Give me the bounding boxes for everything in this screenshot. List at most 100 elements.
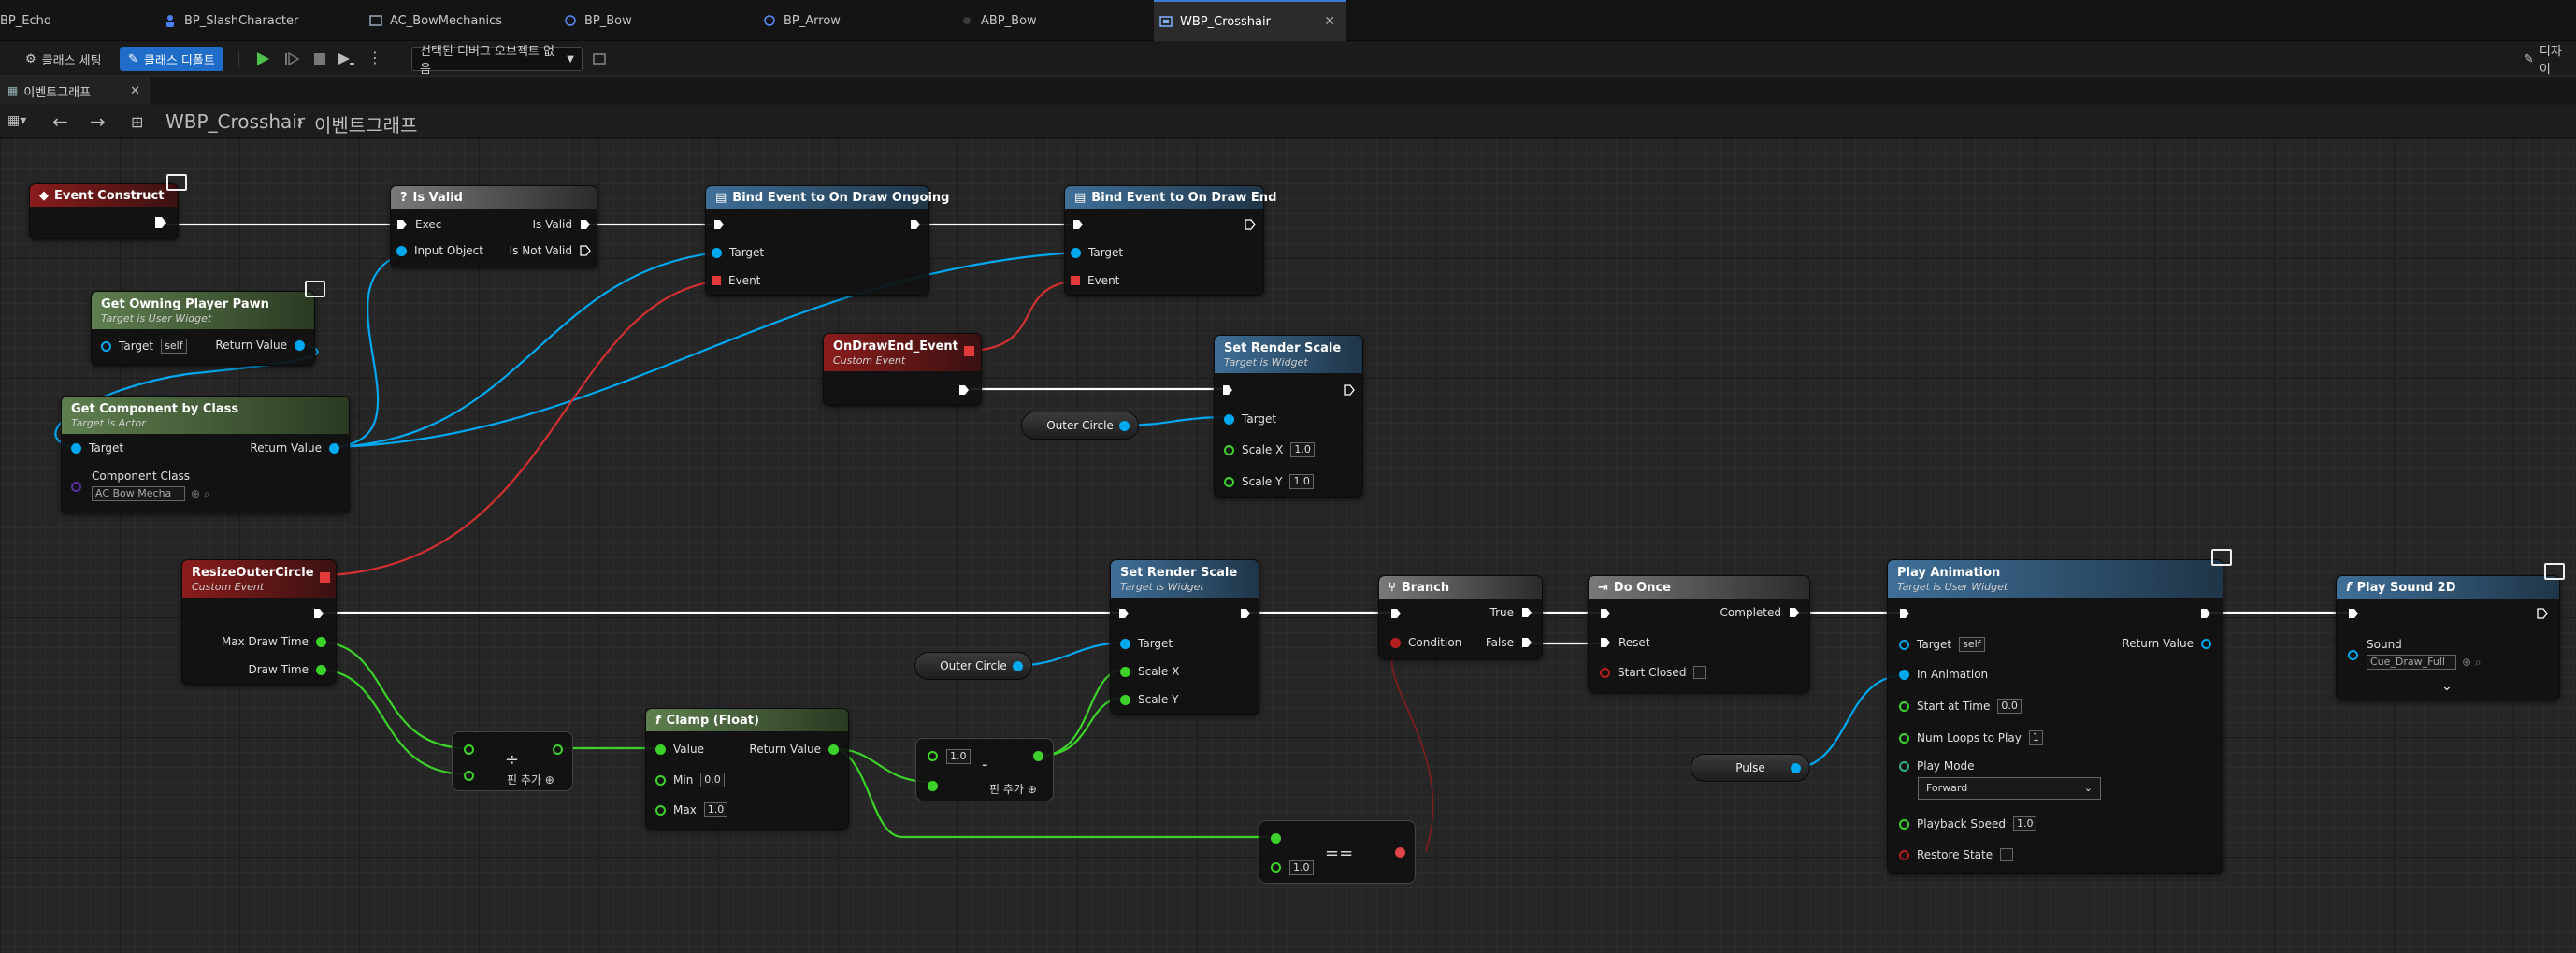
target-pin[interactable]: Target self [1899,637,1985,652]
play-mode-select[interactable]: Forward ⌄ [1918,777,2101,800]
return-value-pin[interactable]: Return Value [2122,637,2211,650]
play-animation-node[interactable]: Play Animation Target is User Widget Targ… [1887,559,2223,874]
float-pin-icon[interactable] [1271,862,1281,873]
target-pin[interactable]: Target [71,441,123,455]
min-value[interactable]: 0.0 [700,773,725,787]
divide-float-node[interactable]: ÷ 핀 추가 ⊕ [452,731,573,791]
add-pin-button[interactable]: 핀 추가 ⊕ [507,772,554,787]
target-pin[interactable]: Target [1224,412,1276,426]
bool-pin-icon[interactable] [1395,847,1405,858]
target-pin[interactable]: Target [712,246,764,259]
float-pin-icon[interactable] [928,781,938,791]
play-sound-2d-node[interactable]: f Play Sound 2D Sound Cue_Draw_Full ⊕ ⌕ ⌄ [2336,575,2560,700]
browse-icon[interactable]: ⊕ ⌕ [191,487,210,501]
delegate-pin-icon[interactable] [964,346,974,356]
return-value-pin[interactable]: Return Value [250,441,339,455]
restore-state-pin[interactable]: Restore State [1899,848,2014,861]
scale-x-pin[interactable]: Scale X 1.0 [1224,442,1315,457]
get-owning-player-pawn-node[interactable]: Get Owning Player Pawn Target is User Wid… [91,291,315,366]
completed-exec-pin[interactable]: Completed [1720,606,1800,619]
return-value-pin[interactable]: Return Value [215,339,305,352]
target-pin[interactable]: Target self [101,339,187,354]
outer-circle-variable[interactable]: Outer Circle [1021,412,1139,440]
restore-state-checkbox[interactable] [2000,848,2014,861]
float-pin-icon[interactable] [464,744,474,755]
expand-chevron-icon[interactable]: ⌄ [2441,679,2453,694]
equal-b-value[interactable]: 1.0 [1289,860,1314,875]
target-pin[interactable]: Target [1071,246,1123,259]
event-construct-node[interactable]: ◆ Event Construct [29,183,179,239]
scale-x-pin[interactable]: Scale X [1120,665,1179,678]
scale-y-pin[interactable]: Scale Y 1.0 [1224,474,1314,489]
playback-speed-pin[interactable]: Playback Speed 1.0 [1899,816,2037,831]
true-exec-pin[interactable]: True [1490,606,1533,619]
exec-in-pin[interactable] [1390,608,1402,619]
draw-time-pin[interactable]: Draw Time [248,663,326,676]
branch-node[interactable]: ⑂ Branch Condition True False [1378,575,1543,659]
component-class-select[interactable]: AC Bow Mecha [92,486,185,501]
set-render-scale-node[interactable]: Set Render Scale Target is Widget Target … [1214,335,1363,498]
value-pin[interactable]: Value [655,743,704,756]
condition-pin[interactable]: Condition [1390,636,1461,649]
false-exec-pin[interactable]: False [1486,636,1533,649]
is-valid-out-pin[interactable]: Is Valid [532,218,591,231]
exec-in-pin[interactable] [713,219,725,230]
exec-out-pin[interactable] [154,216,167,229]
set-render-scale-node[interactable]: Set Render Scale Target is Widget Target … [1110,559,1259,715]
do-once-node[interactable]: ⇥ Do Once Reset Start Closed Completed [1588,575,1810,693]
scale-y-value[interactable]: 1.0 [1289,474,1314,489]
exec-out-pin[interactable] [1245,219,1256,230]
is-not-valid-out-pin[interactable]: Is Not Valid [510,244,591,257]
exec-in-pin[interactable] [1899,608,1910,619]
playback-speed-value[interactable]: 1.0 [2012,816,2037,831]
exec-in-pin[interactable] [2348,608,2359,619]
object-pin-icon[interactable] [1119,421,1130,431]
exec-in-pin[interactable] [1222,384,1233,396]
start-at-time-pin[interactable]: Start at Time 0.0 [1899,699,2022,714]
subtract-float-node[interactable]: 1.0 - 핀 추가 ⊕ [915,738,1054,801]
object-pin-icon[interactable] [1013,661,1023,671]
target-value[interactable]: self [1959,637,1985,652]
return-value-pin[interactable]: Return Value [749,743,839,756]
exec-in-pin[interactable]: Exec [396,218,441,231]
bind-event-on-draw-end-node[interactable]: ▤ Bind Event to On Draw End Target Event [1064,185,1276,296]
float-pin-icon[interactable] [464,771,474,781]
is-valid-node[interactable]: ? Is Valid Exec Input Object Is Valid Is … [390,185,597,267]
exec-in-pin[interactable] [1072,219,1084,230]
get-component-by-class-node[interactable]: Get Component by Class Target is Actor Ta… [61,396,350,513]
add-pin-button[interactable]: 핀 추가 ⊕ [989,781,1037,797]
object-pin-icon[interactable] [1791,763,1801,773]
input-object-pin[interactable]: Input Object [396,244,483,257]
in-animation-pin[interactable]: In Animation [1899,668,1988,681]
component-class-pin[interactable]: Component Class AC Bow Mecha ⊕ ⌕ [71,469,210,501]
exec-out-pin[interactable] [1240,608,1251,619]
float-pin-icon[interactable] [1271,833,1281,844]
sound-asset-select[interactable]: Cue_Draw_Full [2367,655,2456,670]
num-loops-value[interactable]: 1 [2028,730,2043,745]
exec-out-pin[interactable] [313,608,324,619]
float-pin-icon[interactable] [553,744,563,755]
exec-out-pin[interactable] [958,384,970,396]
resize-outer-circle-event-node[interactable]: ResizeOuterCircle Custom Event Max Draw T… [181,559,337,685]
float-pin-icon[interactable] [928,751,938,761]
min-pin[interactable]: Min 0.0 [655,773,725,787]
outer-circle-variable[interactable]: Outer Circle [914,652,1032,680]
sound-pin[interactable]: Sound Cue_Draw_Full ⊕ ⌕ [2348,638,2482,670]
start-closed-pin[interactable]: Start Closed [1600,666,1707,679]
subtract-a-value[interactable]: 1.0 [946,749,971,764]
exec-in-pin[interactable] [1600,608,1611,619]
browse-icon[interactable]: ⊕ ⌕ [2462,656,2482,670]
max-draw-time-pin[interactable]: Max Draw Time [222,635,326,648]
scale-x-value[interactable]: 1.0 [1290,442,1315,457]
start-closed-checkbox[interactable] [1693,666,1707,679]
target-value[interactable]: self [161,339,187,354]
delegate-pin-icon[interactable] [320,572,330,583]
target-pin[interactable]: Target [1120,637,1173,650]
start-at-time-value[interactable]: 0.0 [1997,699,2022,714]
max-pin[interactable]: Max 1.0 [655,802,728,817]
float-pin-icon[interactable] [1033,751,1043,761]
on-draw-end-event-node[interactable]: OnDrawEnd_Event Custom Event [823,333,982,406]
play-mode-pin[interactable]: Play Mode [1899,759,1975,773]
exec-out-pin[interactable] [2537,608,2548,619]
event-pin[interactable]: Event [712,274,760,287]
